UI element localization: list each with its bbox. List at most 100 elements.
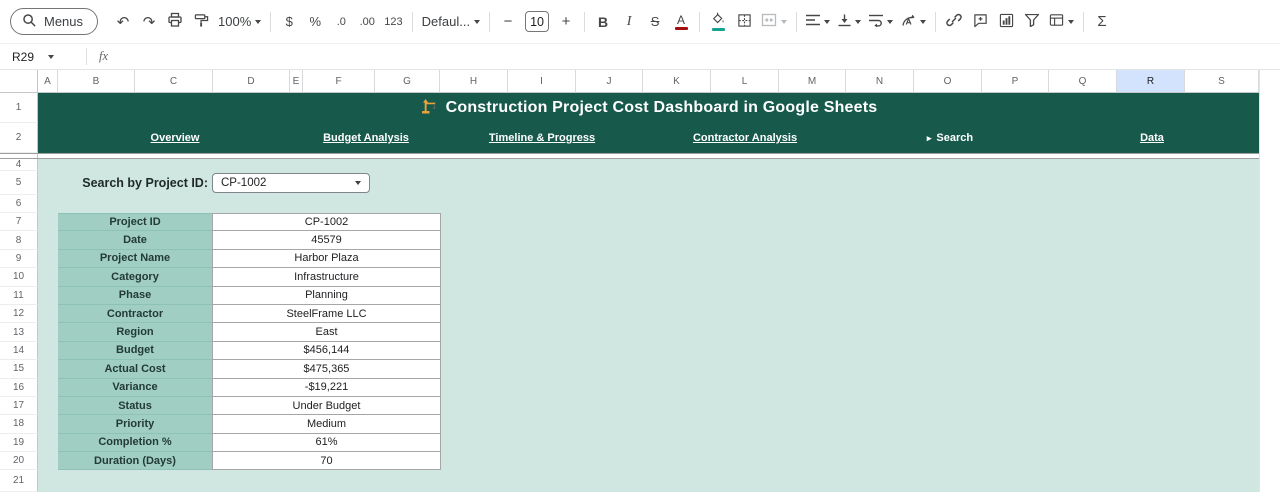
name-box[interactable]: R29 [0,50,86,64]
field-value-cell[interactable]: Medium [212,415,441,434]
field-label-cell[interactable]: Project ID [58,213,212,232]
nav-link-budget-analysis[interactable]: Budget Analysis [323,132,409,144]
insert-chart-button[interactable] [993,8,1019,35]
font-select[interactable]: Defaul... [418,8,484,35]
field-value-cell[interactable]: Infrastructure [212,268,441,287]
column-header-S[interactable]: S [1185,70,1259,93]
column-header-F[interactable]: F [303,70,375,93]
column-header-N[interactable]: N [846,70,914,93]
row-header-4[interactable]: 4 [0,159,38,171]
column-header-D[interactable]: D [213,70,290,93]
menus-button[interactable]: Menus [10,8,99,35]
formula-input[interactable] [108,44,1280,69]
field-label-cell[interactable]: Status [58,396,212,416]
field-label-cell[interactable]: Duration (Days) [58,452,212,471]
fill-color-button[interactable] [705,8,731,35]
column-header-P[interactable]: P [982,70,1049,93]
decrease-font-size-button[interactable]: − [495,8,521,35]
field-label-cell[interactable]: Phase [58,286,212,305]
insert-link-button[interactable] [941,8,967,35]
row-6-cells[interactable] [38,195,1259,213]
column-header-E[interactable]: E [290,70,303,93]
field-value-cell[interactable]: 70 [212,452,441,471]
borders-button[interactable] [731,8,757,35]
field-label-cell[interactable]: Project Name [58,249,212,269]
field-value-cell[interactable]: 61% [212,433,441,453]
nav-link-contractor-analysis[interactable]: Contractor Analysis [693,132,797,144]
field-label-cell[interactable]: Region [58,323,212,342]
nav-link-timeline-progress[interactable]: Timeline & Progress [489,132,595,144]
horizontal-align-button[interactable] [802,8,834,35]
table-views-button[interactable] [1045,8,1078,35]
column-header-H[interactable]: H [440,70,508,93]
vertical-scrollbar[interactable] [1259,70,1280,492]
row-header-20[interactable]: 20 [0,452,38,471]
row-21-cells[interactable] [38,470,1259,492]
format-currency-button[interactable]: $ [276,8,302,35]
format-percent-button[interactable]: % [302,8,328,35]
field-label-cell[interactable]: Date [58,231,212,250]
field-value-cell[interactable]: $456,144 [212,341,441,361]
row-header-7[interactable]: 7 [0,213,38,232]
column-header-C[interactable]: C [135,70,213,93]
column-header-O[interactable]: O [914,70,982,93]
nav-link-search[interactable]: ▸ Search [927,132,973,144]
project-id-dropdown[interactable]: CP-1002 [212,173,370,193]
insert-comment-button[interactable] [967,8,993,35]
decrease-decimal-button[interactable]: .0 [328,8,354,35]
more-formats-button[interactable]: 123 [380,8,406,35]
field-label-cell[interactable]: Priority [58,415,212,434]
field-value-cell[interactable]: East [212,323,441,342]
italic-button[interactable]: I [616,8,642,35]
row-header-19[interactable]: 19 [0,433,38,453]
column-header-M[interactable]: M [779,70,846,93]
field-value-cell[interactable]: Planning [212,286,441,305]
row-header-5[interactable]: 5 [0,171,38,195]
column-header-G[interactable]: G [375,70,440,93]
row-4-cells[interactable] [38,159,1259,171]
column-header-K[interactable]: K [643,70,711,93]
nav-link-overview[interactable]: Overview [151,132,200,144]
field-label-cell[interactable]: Actual Cost [58,360,212,379]
undo-button[interactable]: ↶ [110,8,136,35]
column-header-Q[interactable]: Q [1049,70,1117,93]
increase-decimal-button[interactable]: .00 [354,8,380,35]
text-color-button[interactable]: A [668,8,694,35]
print-button[interactable] [162,8,188,35]
field-label-cell[interactable]: Variance [58,378,212,397]
select-all-corner[interactable] [0,70,38,93]
row-header-17[interactable]: 17 [0,396,38,416]
hidden-row-gap[interactable] [0,154,38,158]
column-header-L[interactable]: L [711,70,779,93]
nav-link-data[interactable]: Data [1140,132,1164,144]
column-header-A[interactable]: A [38,70,58,93]
field-value-cell[interactable]: CP-1002 [212,213,441,232]
field-value-cell[interactable]: $475,365 [212,360,441,379]
font-size-input[interactable]: 10 [525,11,550,32]
row-header-9[interactable]: 9 [0,249,38,269]
row-header-15[interactable]: 15 [0,360,38,379]
row-header-18[interactable]: 18 [0,415,38,434]
increase-font-size-button[interactable]: + [553,8,579,35]
column-header-J[interactable]: J [576,70,643,93]
field-value-cell[interactable]: Under Budget [212,396,441,416]
field-label-cell[interactable]: Budget [58,341,212,361]
merge-cells-button[interactable] [757,8,791,35]
row-header-10[interactable]: 10 [0,268,38,287]
row-header-11[interactable]: 11 [0,286,38,305]
field-value-cell[interactable]: -$19,221 [212,378,441,397]
row-header-6[interactable]: 6 [0,195,38,213]
functions-button[interactable]: Σ [1089,8,1115,35]
text-rotation-button[interactable] [897,8,930,35]
field-label-cell[interactable]: Completion % [58,433,212,453]
strikethrough-button[interactable]: S [642,8,668,35]
field-value-cell[interactable]: SteelFrame LLC [212,304,441,324]
row-header-16[interactable]: 16 [0,378,38,397]
column-header-B[interactable]: B [58,70,135,93]
vertical-align-button[interactable] [834,8,865,35]
column-header-I[interactable]: I [508,70,576,93]
create-filter-button[interactable] [1019,8,1045,35]
row-header-21[interactable]: 21 [0,470,38,492]
text-wrap-button[interactable] [865,8,897,35]
field-value-cell[interactable]: Harbor Plaza [212,249,441,269]
